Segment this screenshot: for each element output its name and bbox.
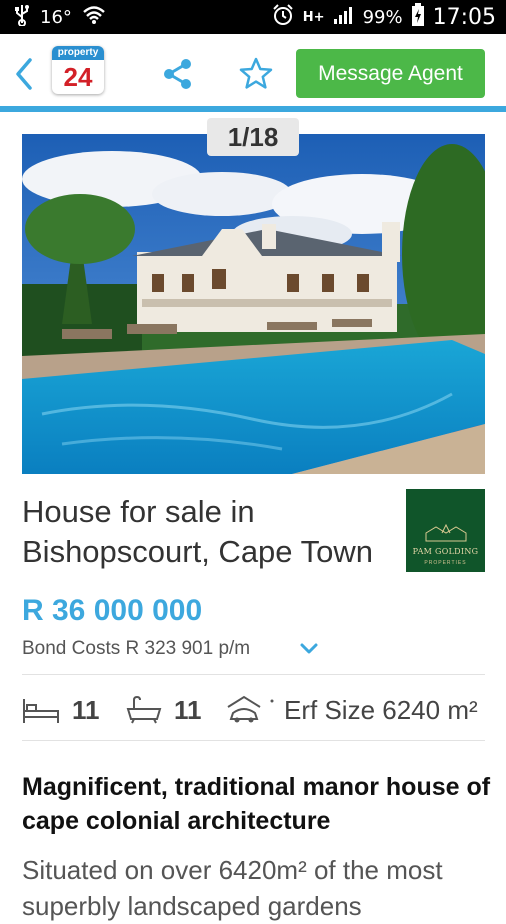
status-bar: 16° H+ 99% 17:05	[0, 0, 506, 34]
favorite-button[interactable]	[238, 56, 274, 92]
bond-costs-expand-button[interactable]	[296, 638, 322, 660]
bathrooms-feature: 11	[126, 690, 202, 730]
usb-icon	[14, 4, 30, 31]
divider	[22, 674, 485, 675]
property24-logo[interactable]: property 24	[52, 46, 104, 94]
header-accent-line	[0, 106, 506, 112]
bedrooms-feature: 11	[22, 690, 100, 730]
garage-icon	[227, 695, 274, 723]
property-photo-image	[22, 134, 485, 474]
chevron-left-icon	[16, 58, 32, 90]
agency-logo[interactable]: PAM GOLDING PROPERTIES	[406, 489, 485, 572]
battery-text: 99%	[362, 6, 403, 28]
back-button[interactable]	[10, 54, 36, 94]
alarm-icon	[271, 3, 295, 32]
temperature-text: 16°	[40, 6, 72, 28]
signal-icon	[333, 5, 355, 30]
listing-description: Situated on over 6420m² of the most supe…	[22, 855, 443, 921]
agency-name: PAM GOLDING	[412, 547, 479, 556]
agency-subtitle: PROPERTIES	[424, 560, 467, 566]
manor-house-icon	[425, 523, 467, 542]
logo-number: 24	[63, 62, 93, 92]
clock-text: 17:05	[432, 4, 496, 30]
logo-wordmark: property	[52, 46, 104, 60]
message-agent-button[interactable]: Message Agent	[296, 49, 485, 98]
divider	[22, 740, 485, 741]
listing-headline: Magnificent, traditional manor house of …	[22, 773, 491, 835]
erf-size-text: Erf Size 6240 m²	[284, 694, 478, 725]
listing-title: House for sale in Bishopscourt, Cape Tow…	[22, 494, 373, 569]
status-bar-left: 16°	[14, 0, 106, 34]
bedrooms-count: 11	[72, 694, 100, 725]
star-icon	[239, 57, 273, 89]
battery-charging-icon	[411, 2, 425, 32]
chevron-down-icon	[300, 643, 318, 654]
wifi-icon	[82, 5, 106, 30]
network-type-icon: H+	[302, 9, 325, 25]
bed-icon	[23, 699, 59, 723]
listing-price: R 36 000 000	[22, 594, 203, 627]
bathtub-icon	[126, 695, 162, 724]
property-photo[interactable]	[22, 134, 485, 474]
bathrooms-count: 11	[174, 694, 202, 725]
share-button[interactable]	[160, 56, 196, 92]
erf-size-feature: Erf Size 6240 m²	[226, 690, 478, 730]
bond-costs: Bond Costs R 323 901 p/m	[22, 638, 251, 659]
share-icon	[164, 59, 191, 89]
photo-counter: 1/18	[207, 118, 299, 156]
status-bar-right: H+ 99% 17:05	[271, 0, 496, 34]
